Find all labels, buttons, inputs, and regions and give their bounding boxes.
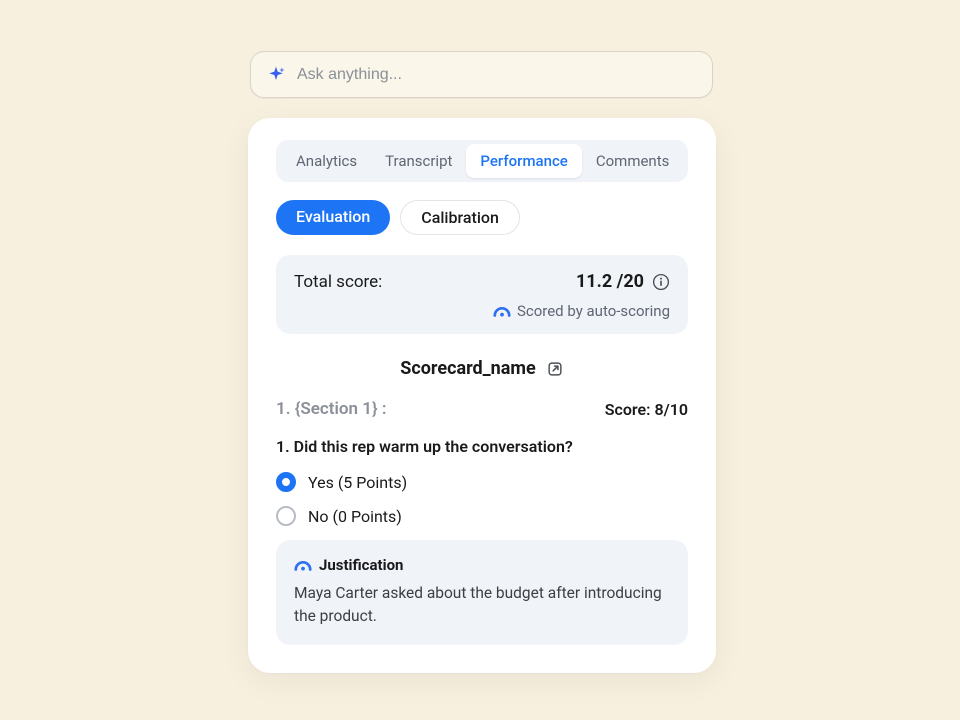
tab-comments[interactable]: Comments — [582, 144, 684, 178]
justification-body: Maya Carter asked about the budget after… — [294, 582, 670, 629]
scorecard-title: Scorecard_name — [400, 358, 535, 379]
section-title: 1. {Section 1} : — [276, 399, 386, 419]
pill-evaluation[interactable]: Evaluation — [276, 200, 390, 235]
total-score-panel: Total score: 11.2 /20 — [276, 255, 688, 334]
total-score-value: 11.2 /20 — [576, 271, 670, 292]
info-icon[interactable] — [652, 273, 670, 291]
pill-calibration[interactable]: Calibration — [400, 200, 520, 235]
performance-card: Analytics Transcript Performance Comment… — [248, 118, 716, 673]
option-label: No (0 Points) — [308, 507, 402, 526]
sparkle-icon — [265, 64, 287, 86]
scorecard-title-row: Scorecard_name — [276, 358, 688, 379]
tab-analytics[interactable]: Analytics — [282, 144, 371, 178]
option-no[interactable]: No (0 Points) — [276, 506, 688, 526]
score-max: /20 — [617, 271, 644, 292]
gauge-icon — [493, 304, 511, 318]
radio-selected-icon — [276, 472, 296, 492]
question-text: 1. Did this rep warm up the conversation… — [276, 437, 688, 456]
total-score-label: Total score: — [294, 272, 382, 292]
section-header: 1. {Section 1} : Score: 8/10 — [276, 399, 688, 419]
mode-pills: Evaluation Calibration — [276, 200, 688, 235]
justification-panel: Justification Maya Carter asked about th… — [276, 540, 688, 645]
tab-transcript[interactable]: Transcript — [371, 144, 466, 178]
gauge-icon — [294, 558, 312, 572]
option-yes[interactable]: Yes (5 Points) — [276, 472, 688, 492]
option-label: Yes (5 Points) — [308, 473, 407, 492]
section-score: Score: 8/10 — [605, 400, 688, 419]
radio-unselected-icon — [276, 506, 296, 526]
score-value: 11.2 — [576, 271, 612, 292]
tab-performance[interactable]: Performance — [466, 144, 581, 178]
search-input[interactable] — [297, 66, 698, 84]
card-tabs: Analytics Transcript Performance Comment… — [276, 140, 688, 182]
open-external-icon[interactable] — [546, 360, 564, 378]
scored-by-text: Scored by auto-scoring — [517, 302, 670, 320]
justification-title: Justification — [319, 556, 403, 574]
scored-by-row: Scored by auto-scoring — [294, 302, 670, 320]
ask-anything-search[interactable] — [250, 51, 713, 98]
